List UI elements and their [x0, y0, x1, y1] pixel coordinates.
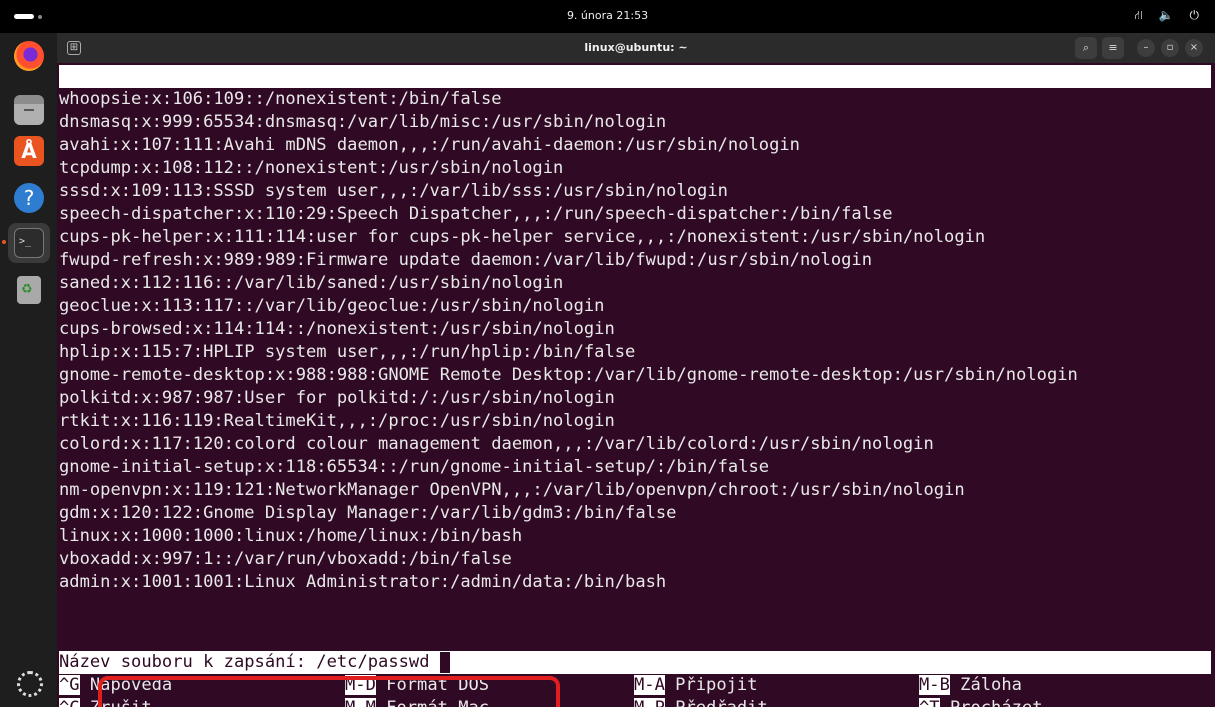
file-line: polkitd:x:987:987:User for polkitd:/:/us…	[59, 388, 615, 408]
shortcut-key: M-A	[634, 675, 665, 695]
filename-prompt-text[interactable]: Název souboru k zapsání: /etc/passwd	[59, 652, 430, 672]
text-cursor	[439, 651, 450, 673]
filename-prompt[interactable]: Název souboru k zapsání: /etc/passwd	[59, 651, 1211, 674]
file-line: cups-pk-helper:x:111:114:user for cups-p…	[59, 227, 986, 247]
shortcut-item[interactable]: M-B Záloha	[919, 674, 1022, 697]
file-line: speech-dispatcher:x:110:29:Speech Dispat…	[59, 204, 893, 224]
file-line: whoopsie:x:106:109::/nonexistent:/bin/fa…	[59, 89, 502, 109]
shortcut-key: ^G	[59, 675, 80, 695]
shortcut-item[interactable]: ^T Procházet	[919, 697, 1043, 707]
file-line: hplip:x:115:7:HPLIP system user,,,:/run/…	[59, 342, 636, 362]
file-line: saned:x:112:116::/var/lib/saned:/usr/sbi…	[59, 273, 564, 293]
window-title: linux@ubuntu: ~	[584, 41, 688, 54]
help-icon[interactable]: ?	[14, 183, 44, 213]
trash-icon[interactable]	[17, 276, 41, 304]
file-line: dnsmasq:x:999:65534:dnsmasq:/var/lib/mis…	[59, 112, 667, 132]
app-center-icon[interactable]: Å	[14, 136, 44, 166]
highlight-annotation	[98, 676, 560, 707]
terminal-headerbar: ⊞ linux@ubuntu: ~ ⌕ ≡ – ▫ ×	[57, 33, 1215, 63]
maximize-button[interactable]: ▫	[1161, 39, 1179, 57]
clock[interactable]: 9. února 21:53	[0, 9, 1215, 22]
show-apps-icon[interactable]	[17, 671, 43, 697]
shortcut-item[interactable]: M-A Připojit	[634, 674, 758, 697]
file-line: gnome-initial-setup:x:118:65534::/run/gn…	[59, 457, 770, 477]
shortcut-item[interactable]: M-P Předřadit	[634, 697, 768, 707]
file-line: fwupd-refresh:x:989:989:Firmware update …	[59, 250, 873, 270]
file-line: avahi:x:107:111:Avahi mDNS daemon,,,:/ru…	[59, 135, 800, 155]
terminal-window: ⊞ linux@ubuntu: ~ ⌕ ≡ – ▫ × GNU nano 8.1…	[57, 33, 1215, 707]
shortcut-label: Záloha	[949, 675, 1022, 695]
file-line: gnome-remote-desktop:x:988:988:GNOME Rem…	[59, 365, 1078, 385]
search-icon[interactable]: ⌕	[1075, 37, 1097, 59]
shortcut-label: Připojit	[664, 675, 758, 695]
file-line: vboxadd:x:997:1::/var/run/vboxadd:/bin/f…	[59, 549, 512, 569]
shortcut-key: M-B	[919, 675, 950, 695]
file-line: cups-browsed:x:114:114::/nonexistent:/us…	[59, 319, 615, 339]
file-line: sssd:x:109:113:SSSD system user,,,:/var/…	[59, 181, 728, 201]
shortcut-label: Procházet	[940, 698, 1043, 707]
file-line: rtkit:x:116:119:RealtimeKit,,,:/proc:/us…	[59, 411, 615, 431]
shortcut-key: M-P	[634, 698, 665, 707]
file-line: geoclue:x:113:117::/var/lib/geoclue:/usr…	[59, 296, 605, 316]
file-line: linux:x:1000:1000:linux:/home/linux:/bin…	[59, 526, 523, 546]
shortcut-label: Předřadit	[665, 698, 768, 707]
firefox-icon[interactable]	[14, 41, 44, 71]
top-bar: 9. února 21:53 ⛙ 🔈 ⏻	[0, 0, 1215, 33]
system-tray-icons[interactable]: ⛙ 🔈 ⏻	[1135, 8, 1206, 24]
dock: Å ? >_	[0, 33, 56, 707]
file-line: admin:x:1001:1001:Linux Administrator:/a…	[59, 572, 667, 592]
file-line: tcpdump:x:108:112::/nonexistent:/usr/sbi…	[59, 158, 564, 178]
files-icon[interactable]	[14, 95, 44, 125]
nano-title-bar: GNU nano 8.1 /etc/passwd *	[59, 65, 1211, 132]
running-indicator	[2, 240, 6, 244]
shortcut-key: ^C	[59, 698, 80, 707]
shortcut-key: ^T	[919, 698, 940, 707]
file-line: colord:x:117:120:colord colour managemen…	[59, 434, 934, 454]
file-line: nm-openvpn:x:119:121:NetworkManager Open…	[59, 480, 965, 500]
menu-icon[interactable]: ≡	[1102, 37, 1124, 59]
terminal-content[interactable]: GNU nano 8.1 /etc/passwd * whoopsie:x:10…	[57, 63, 1215, 707]
close-button[interactable]: ×	[1185, 39, 1203, 57]
terminal-icon[interactable]: >_	[14, 228, 44, 258]
minimize-button[interactable]: –	[1137, 39, 1155, 57]
file-line: gdm:x:120:122:Gnome Display Manager:/var…	[59, 503, 677, 523]
